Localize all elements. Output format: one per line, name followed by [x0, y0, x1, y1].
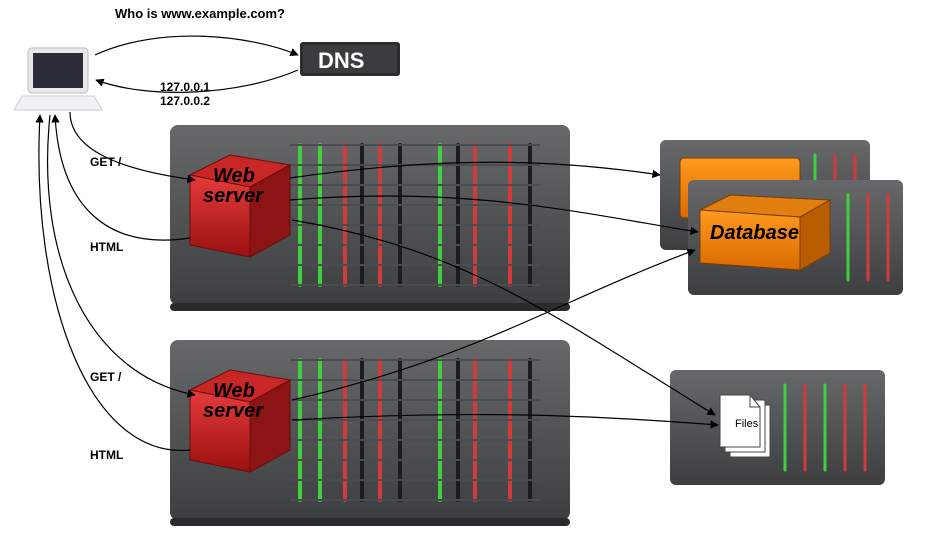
dns-answer-1: 127.0.0.1 [160, 80, 210, 94]
arrow-web1-db2 [290, 196, 698, 232]
web-cube-1-line2: server [203, 185, 263, 208]
laptop-icon [14, 48, 102, 110]
get-label-2: GET / [90, 370, 121, 384]
arrow-dns-query [95, 36, 298, 55]
web-server-rack-2 [170, 340, 570, 526]
arrow-web1-db1 [290, 162, 660, 178]
dns-answer-2: 127.0.0.2 [160, 94, 210, 108]
dns-box-label: DNS [318, 48, 364, 74]
diagram-canvas [0, 0, 925, 555]
arrow-html-1 [55, 115, 190, 240]
arrow-get-1 [70, 112, 195, 180]
web-server-rack-1 [170, 125, 570, 311]
web-cube-2-line2: server [203, 400, 263, 423]
files-label: Files [735, 418, 758, 430]
get-label-1: GET / [90, 155, 121, 169]
files-rack [670, 370, 885, 485]
dns-query-label: Who is www.example.com? [115, 6, 285, 21]
arrow-web2-files [292, 415, 718, 425]
database-label: Database [710, 222, 799, 245]
arrow-web1-files [292, 220, 715, 415]
html-label-2: HTML [90, 448, 123, 462]
arrow-web2-db [292, 250, 695, 400]
html-label-1: HTML [90, 240, 123, 254]
